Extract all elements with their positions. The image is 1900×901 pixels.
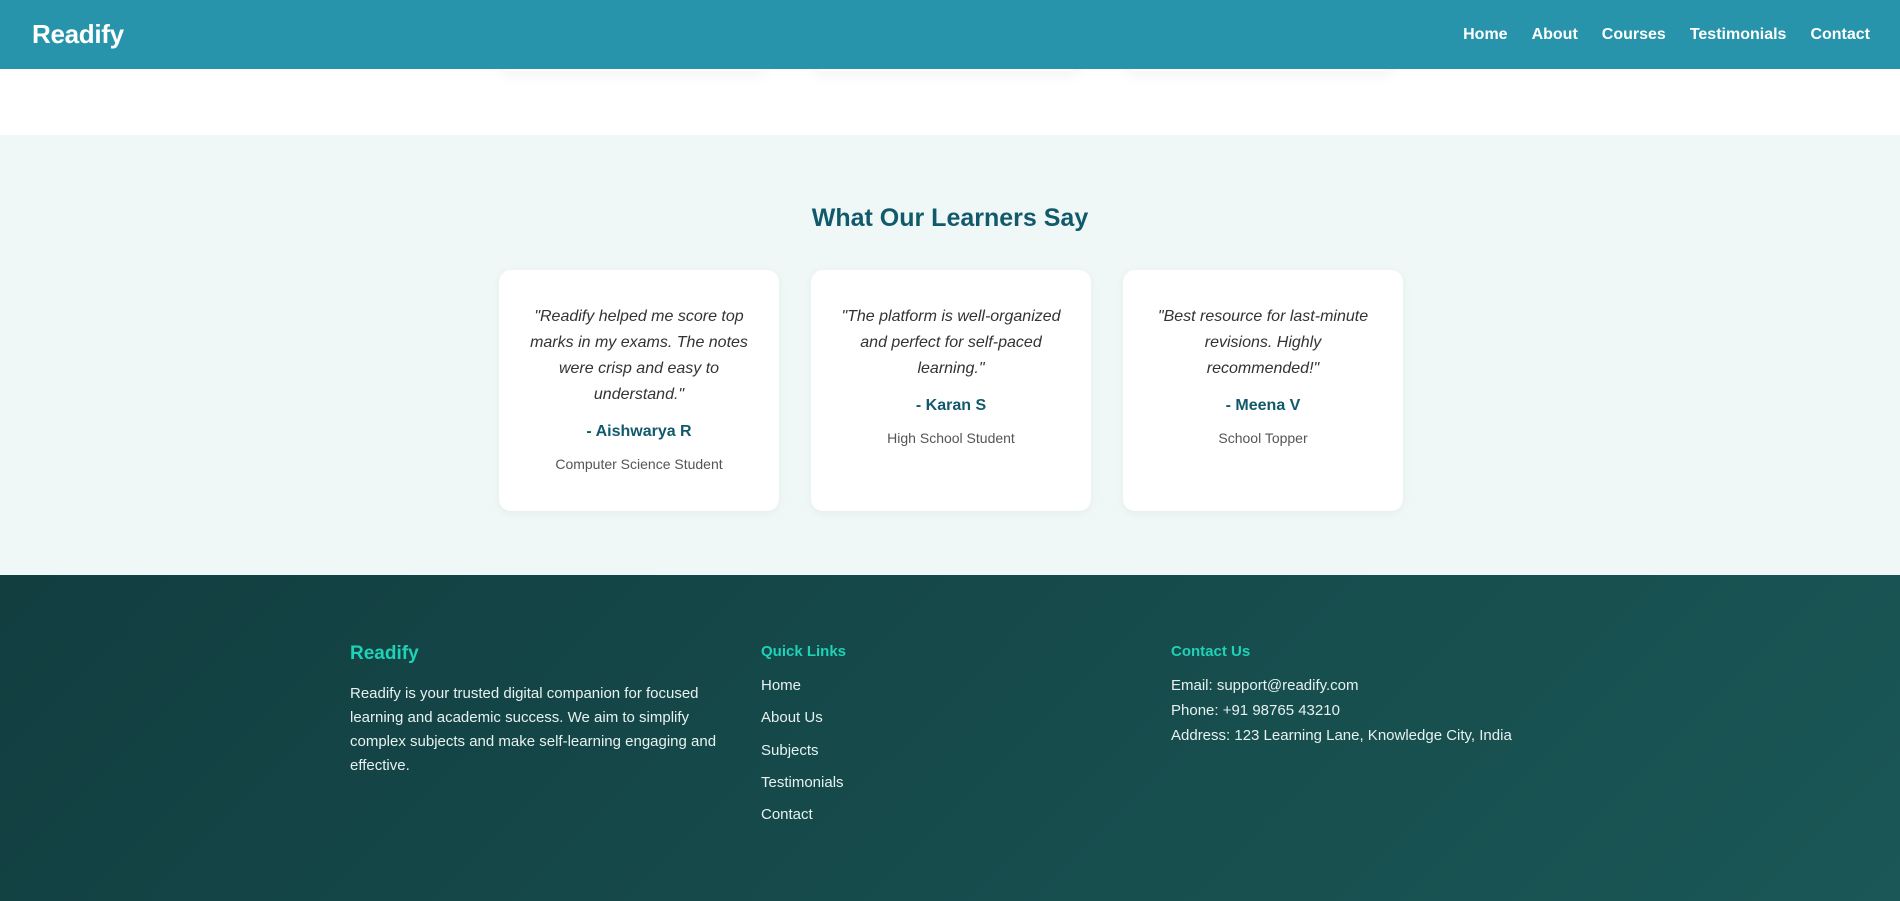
testimonial-role: Computer Science Student <box>555 456 723 472</box>
contact-phone: Phone: +91 98765 43210 <box>1171 702 1340 719</box>
brand-logo[interactable]: Readify <box>32 19 124 50</box>
contact-address: Address: 123 Learning Lane, Knowledge Ci… <box>1171 727 1512 744</box>
footer-contact-column: Contact Us Email: support@readify.com Ph… <box>1171 643 1512 752</box>
footer-quick-links-column: Quick Links Home About Us Subjects Testi… <box>761 643 846 838</box>
nav-link-contact[interactable]: Contact <box>1810 26 1870 44</box>
footer-about-column: Readify Readify is your trusted digital … <box>350 643 730 778</box>
footer-link-about[interactable]: About Us <box>761 709 846 741</box>
testimonial-role: School Topper <box>1218 430 1308 446</box>
footer-description: Readify is your trusted digital companio… <box>350 685 717 774</box>
quick-links-heading: Quick Links <box>761 643 847 660</box>
previous-section-bottom <box>0 59 1900 135</box>
footer-link-contact[interactable]: Contact <box>761 806 846 838</box>
testimonials-section: What Our Learners Say "Readify helped me… <box>0 135 1900 575</box>
testimonial-quote: "Readify helped me score top marks in my… <box>530 308 748 403</box>
footer-link-testimonials[interactable]: Testimonials <box>761 774 846 806</box>
nav-links: Home About Courses Testimonials Contact <box>1463 26 1870 44</box>
testimonial-author: - Karan S <box>915 397 987 414</box>
footer-brand: Readify <box>350 643 419 664</box>
testimonial-card: "Best resource for last-minute revisions… <box>1123 270 1403 511</box>
nav-link-courses[interactable]: Courses <box>1602 26 1666 44</box>
footer-link-home[interactable]: Home <box>761 677 846 709</box>
footer-link-subjects[interactable]: Subjects <box>761 742 846 774</box>
testimonial-role: High School Student <box>887 430 1015 446</box>
testimonial-author: - Aishwarya R <box>586 423 692 440</box>
contact-heading: Contact Us <box>1171 643 1251 660</box>
navbar: Readify Home About Courses Testimonials … <box>0 0 1900 69</box>
testimonial-author: - Meena V <box>1225 397 1301 414</box>
contact-details: Email: support@readify.com Phone: +91 98… <box>1171 677 1512 752</box>
testimonial-quote: "Best resource for last-minute revisions… <box>1157 308 1369 377</box>
testimonial-card: "Readify helped me score top marks in my… <box>499 270 779 511</box>
testimonial-quote: "The platform is well-organized and perf… <box>841 308 1061 377</box>
testimonial-card: "The platform is well-organized and perf… <box>811 270 1091 511</box>
footer: Readify Readify is your trusted digital … <box>0 575 1900 901</box>
nav-link-home[interactable]: Home <box>1463 26 1507 44</box>
section-title: What Our Learners Say <box>811 204 1089 232</box>
contact-email: Email: support@readify.com <box>1171 677 1359 694</box>
nav-link-about[interactable]: About <box>1532 26 1578 44</box>
quick-links-list: Home About Us Subjects Testimonials Cont… <box>761 677 846 838</box>
nav-link-testimonials[interactable]: Testimonials <box>1690 26 1787 44</box>
